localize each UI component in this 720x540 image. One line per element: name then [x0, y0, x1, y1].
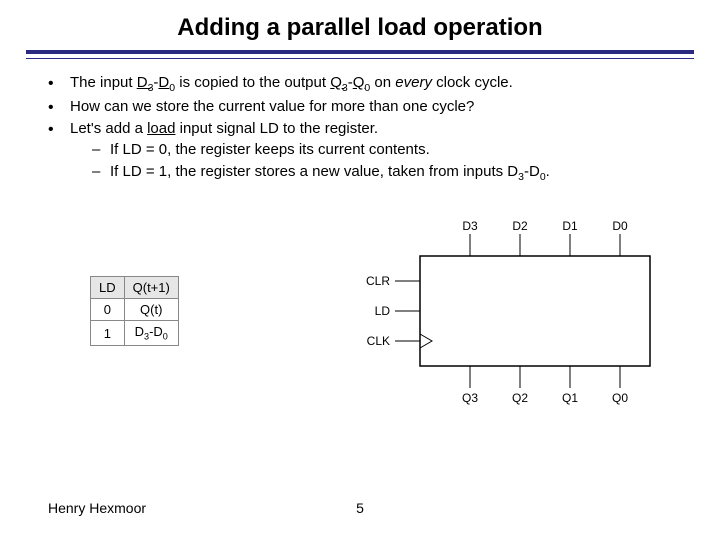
- t: D: [137, 74, 148, 91]
- footer: Henry Hexmoor 5: [0, 500, 720, 516]
- register-box: [420, 256, 650, 366]
- underline-q0: Q0: [353, 74, 371, 91]
- pin-label: Q3: [462, 391, 478, 405]
- dash-list: If LD = 0, the register keeps its curren…: [70, 140, 680, 184]
- bullet-item-2: How can we store the current value for m…: [48, 97, 680, 117]
- dash-item-1: If LD = 0, the register keeps its curren…: [92, 140, 680, 160]
- dash-item-2: If LD = 1, the register stores a new val…: [92, 162, 680, 184]
- t: D: [158, 74, 169, 91]
- bottom-pins: Q3 Q2 Q1 Q0: [462, 366, 628, 405]
- bullet-list: The input D3-D0 is copied to the output …: [48, 73, 680, 184]
- rule-thin: [26, 58, 694, 59]
- cell: 1: [91, 321, 125, 346]
- t: is copied to the output: [175, 74, 330, 91]
- t: D0: [529, 163, 546, 180]
- bullet-item-1: The input D3-D0 is copied to the output …: [48, 73, 680, 95]
- bullet-item-3: Let's add a load input signal LD to the …: [48, 119, 680, 184]
- th-qnext: Q(t+1): [124, 277, 178, 299]
- every-emph: every: [395, 74, 432, 91]
- pin-label: Q0: [612, 391, 628, 405]
- table-row-header: LD Q(t+1): [91, 277, 179, 299]
- underline-d3: D3: [137, 74, 154, 91]
- pin-label: D2: [512, 219, 528, 233]
- pin-label: Q1: [562, 391, 578, 405]
- top-pins: D3 D2 D1 D0: [462, 219, 628, 256]
- footer-author: Henry Hexmoor: [0, 500, 146, 516]
- pin-label: Q2: [512, 391, 528, 405]
- t: .: [546, 163, 550, 180]
- t: D: [529, 163, 540, 180]
- figures-row: LD Q(t+1) 0 Q(t) 1 D3-D0 D3 D2 D1 D0 CLR: [0, 186, 720, 406]
- t: clock cycle.: [432, 74, 513, 91]
- t: Let's add a: [70, 120, 147, 137]
- register-diagram: D3 D2 D1 D0 CLR LD CLK Q3 Q2 Q1 Q: [350, 216, 670, 406]
- content-area: The input D3-D0 is copied to the output …: [0, 73, 720, 184]
- underline-q3: Q3: [330, 74, 348, 91]
- underline-load: load: [147, 120, 175, 137]
- th-ld: LD: [91, 277, 125, 299]
- text: The input: [70, 74, 137, 91]
- pin-label: CLK: [367, 334, 390, 348]
- pin-label: D1: [562, 219, 578, 233]
- t: Q: [330, 74, 342, 91]
- rule-thick: [26, 50, 694, 54]
- pin-label: D0: [612, 219, 628, 233]
- footer-page-number: 5: [356, 500, 364, 516]
- t: D: [507, 163, 518, 180]
- table-row: 0 Q(t): [91, 299, 179, 321]
- t: Q: [353, 74, 365, 91]
- table-row: 1 D3-D0: [91, 321, 179, 346]
- pin-label: LD: [375, 304, 391, 318]
- t: input signal LD to the register.: [175, 120, 378, 137]
- cell: Q(t): [124, 299, 178, 321]
- t: If LD = 1, the register stores a new val…: [110, 163, 507, 180]
- underline-d0: D0: [158, 74, 175, 91]
- truth-table: LD Q(t+1) 0 Q(t) 1 D3-D0: [90, 276, 179, 346]
- pin-label: CLR: [366, 274, 390, 288]
- pin-label: D3: [462, 219, 478, 233]
- t: D3: [507, 163, 524, 180]
- cell: 0: [91, 299, 125, 321]
- page-title: Adding a parallel load operation: [0, 0, 720, 50]
- t: on: [370, 74, 395, 91]
- cell: D3-D0: [124, 321, 178, 346]
